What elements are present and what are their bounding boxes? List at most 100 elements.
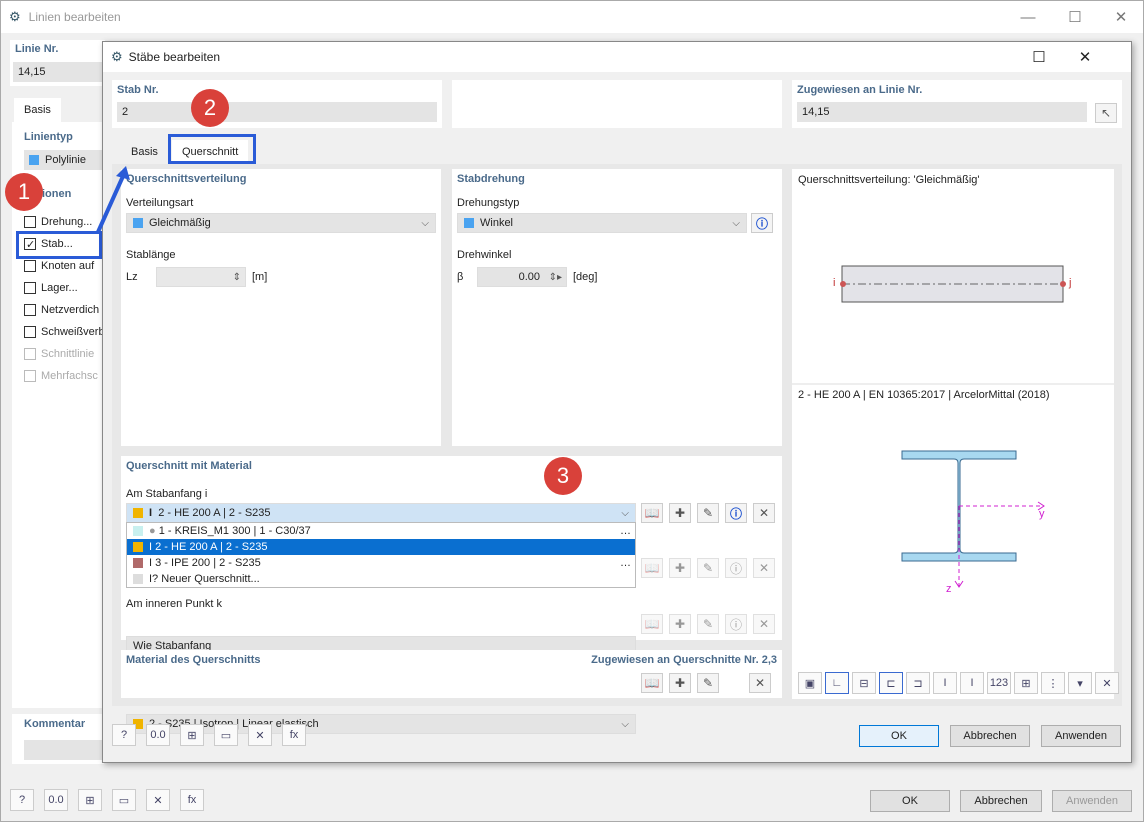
function-icon[interactable]: fx xyxy=(180,789,204,811)
library-icon[interactable]: 📖 xyxy=(641,503,663,523)
edit-icon[interactable]: ✎ xyxy=(697,558,719,578)
numbering-icon[interactable]: 123 xyxy=(987,672,1011,694)
new-icon[interactable]: ✚ xyxy=(669,614,691,634)
outer-linie-panel: Linie Nr. 14,15 xyxy=(10,40,105,86)
zugewiesen-panel: Zugewiesen an Linie Nr. 14,15 xyxy=(792,80,1122,128)
dropdown-item-3[interactable]: I 3 - IPE 200 | 2 - S235… xyxy=(127,555,635,571)
minimize-button[interactable]: — xyxy=(1005,1,1051,33)
outer-tab-basis[interactable]: Basis xyxy=(14,98,61,122)
new-icon[interactable]: ✚ xyxy=(669,558,691,578)
color-square xyxy=(133,574,143,585)
edit-icon[interactable]: ✎ xyxy=(697,503,719,523)
dropdown-item-2[interactable]: I 2 - HE 200 A | 2 - S235 xyxy=(127,539,635,555)
pick-icon[interactable]: ↖ xyxy=(1095,103,1117,123)
outer-toolbar: ? 0.0 ⊞ ▭ ✕ fx xyxy=(10,789,204,811)
edit-icon[interactable]: ✎ xyxy=(697,614,719,634)
option-netz[interactable]: Netzverdich xyxy=(24,299,104,321)
linie-field[interactable]: 14,15 xyxy=(13,62,105,82)
checkbox[interactable] xyxy=(24,282,36,295)
mat-assigned: Zugewiesen an Querschnitte Nr. 2,3 xyxy=(591,654,777,666)
outer-ok-button[interactable]: OK xyxy=(870,790,950,812)
help-icon[interactable]: ? xyxy=(112,724,136,746)
dropdown-item-1[interactable]: ● 1 - KREIS_M1 300 | 1 - C30/37… xyxy=(127,523,635,539)
scale-icon[interactable]: ⊟ xyxy=(852,672,876,694)
grid-icon[interactable]: ⊞ xyxy=(1014,672,1038,694)
color-square xyxy=(133,508,143,519)
anfang-select[interactable]: I 2 - HE 200 A | 2 - S235 ⌵ xyxy=(126,503,636,523)
axes-icon[interactable]: ⊏ xyxy=(879,672,903,694)
close-button[interactable]: ✕ xyxy=(1098,1,1144,33)
section-icon[interactable]: I xyxy=(933,672,957,694)
color-square xyxy=(29,155,39,166)
delete-icon[interactable]: ✕ xyxy=(749,673,771,693)
section-title: 2 - HE 200 A | EN 10365:2017 | ArcelorMi… xyxy=(798,389,1050,401)
delete-icon[interactable]: ✕ xyxy=(248,724,272,746)
info-icon[interactable]: ⓘ xyxy=(725,558,747,578)
checkbox[interactable] xyxy=(24,304,36,317)
drehungstyp-label: Drehungstyp xyxy=(457,197,520,209)
circle-icon: ● xyxy=(149,525,156,537)
view-icon[interactable]: ▭ xyxy=(112,789,136,811)
help-icon[interactable]: ? xyxy=(10,789,34,811)
inner-ok-button[interactable]: OK xyxy=(859,725,939,747)
library-icon[interactable]: 📖 xyxy=(641,614,663,634)
checkbox[interactable] xyxy=(24,216,36,229)
table-icon[interactable]: ⋮ xyxy=(1041,672,1065,694)
edit-icon[interactable]: ✎ xyxy=(697,673,719,693)
checkbox[interactable] xyxy=(24,326,36,339)
delete-icon[interactable]: ✕ xyxy=(753,614,775,634)
section-outline-icon[interactable]: I xyxy=(960,672,984,694)
option-schweiss[interactable]: Schweißverb xyxy=(24,321,104,343)
tree-icon[interactable]: ⊞ xyxy=(180,724,204,746)
centroid-icon[interactable]: ⊐ xyxy=(906,672,930,694)
dimension-icon[interactable]: ∟ xyxy=(825,672,849,694)
info-icon[interactable]: ⓘ xyxy=(725,503,747,523)
node-i-dot xyxy=(840,281,846,287)
units-icon[interactable]: 0.0 xyxy=(44,789,68,811)
view-icon[interactable]: ▭ xyxy=(214,724,238,746)
inner-apply-button[interactable]: Anwenden xyxy=(1041,725,1121,747)
beta-input[interactable]: 0.00 ⇕▸ xyxy=(477,267,567,287)
zugewiesen-field[interactable]: 14,15 xyxy=(797,102,1087,122)
qm-header: Querschnitt mit Material xyxy=(126,460,252,472)
reset-icon[interactable]: ✕ xyxy=(1095,672,1119,694)
end-buttons: 📖 ✚ ✎ ⓘ ✕ xyxy=(641,558,775,578)
delete-icon[interactable]: ✕ xyxy=(753,558,775,578)
stab-field[interactable]: 2 xyxy=(117,102,437,122)
lz-input[interactable]: ⇕ xyxy=(156,267,246,287)
kommentar-field[interactable] xyxy=(24,740,104,760)
render-icon[interactable]: ▣ xyxy=(798,672,822,694)
options-icon[interactable]: ▾ xyxy=(1068,672,1092,694)
anfang-value: 2 - HE 200 A | 2 - S235 xyxy=(158,507,271,519)
tree-icon[interactable]: ⊞ xyxy=(78,789,102,811)
outer-cancel-button[interactable]: Abbrechen xyxy=(960,790,1042,812)
qv-header: Querschnittsverteilung xyxy=(126,173,247,185)
drehungstyp-value: Winkel xyxy=(480,217,514,229)
inner-maximize-button[interactable]: ☐ xyxy=(1016,42,1062,72)
units-icon[interactable]: 0.0 xyxy=(146,724,170,746)
annotation-arrow xyxy=(96,166,130,233)
delete-icon[interactable]: ✕ xyxy=(146,789,170,811)
stab-panel: Stab Nr. 2 xyxy=(112,80,442,128)
new-icon[interactable]: ✚ xyxy=(669,673,691,693)
new-icon[interactable]: ✚ xyxy=(669,503,691,523)
maximize-button[interactable]: ☐ xyxy=(1052,1,1098,33)
axis-y-label: y xyxy=(1039,508,1045,520)
drehungstyp-select[interactable]: Winkel ⌵ xyxy=(457,213,747,233)
library-icon[interactable]: 📖 xyxy=(641,558,663,578)
checkbox[interactable] xyxy=(24,260,36,273)
option-label: Drehung... xyxy=(41,216,93,228)
delete-icon[interactable]: ✕ xyxy=(753,503,775,523)
option-lager[interactable]: Lager... xyxy=(24,277,104,299)
info-icon[interactable]: ⓘ xyxy=(725,614,747,634)
outer-apply-button[interactable]: Anwenden xyxy=(1052,790,1132,812)
inner-cancel-button[interactable]: Abbrechen xyxy=(950,725,1030,747)
inner-close-button[interactable]: ✕ xyxy=(1062,42,1108,72)
i-beam-icon: I xyxy=(149,541,153,553)
chevron-down-icon: ⌵ xyxy=(621,508,629,519)
library-icon[interactable]: 📖 xyxy=(641,673,663,693)
function-icon[interactable]: fx xyxy=(282,724,306,746)
info-icon[interactable]: ⓘ xyxy=(751,213,773,233)
dropdown-item-new[interactable]: I? Neuer Querschnitt... xyxy=(127,571,635,587)
verteilungsart-select[interactable]: Gleichmäßig ⌵ xyxy=(126,213,436,233)
